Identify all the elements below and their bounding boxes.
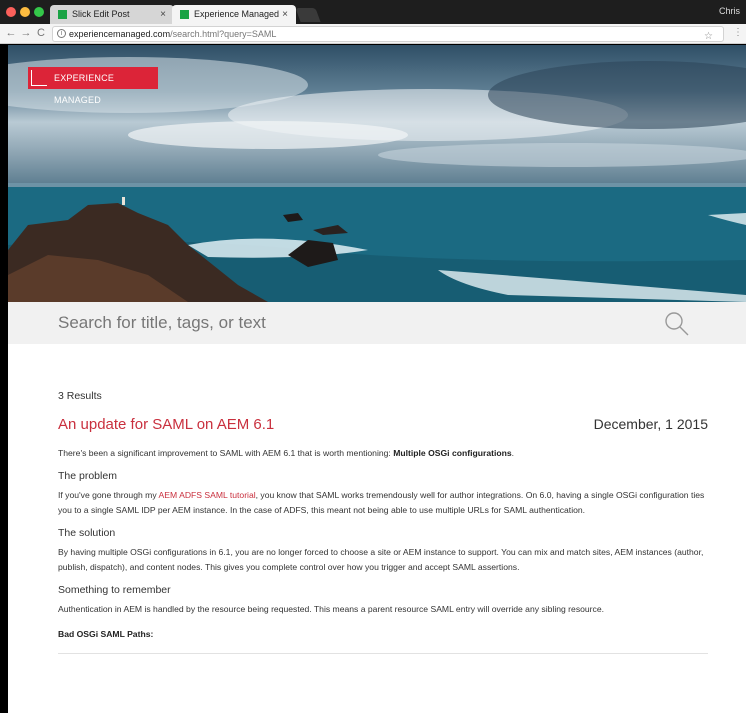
maximize-window-button[interactable] xyxy=(34,7,44,17)
page-viewport: EXPERIENCE MANAGED 3 Results An update f… xyxy=(8,45,746,713)
search-results: 3 Results An update for SAML on AEM 6.1 … xyxy=(58,390,708,654)
close-window-button[interactable] xyxy=(6,7,16,17)
section-heading: The solution xyxy=(58,526,116,539)
browser-tabstrip: Slick Edit Post × Experience Managed × C… xyxy=(0,0,746,24)
section-text-before: If you've gone through my xyxy=(58,489,159,500)
back-arrow-icon[interactable]: ← xyxy=(5,27,17,39)
minimize-window-button[interactable] xyxy=(20,7,30,17)
tab-close-icon[interactable]: × xyxy=(160,5,166,24)
tab-close-icon[interactable]: × xyxy=(282,5,288,24)
result-date: December, 1 2015 xyxy=(593,416,708,432)
logo-mark-icon xyxy=(31,70,47,86)
profile-name[interactable]: Chris xyxy=(719,6,740,16)
search-bar xyxy=(8,302,746,344)
result-title-link[interactable]: An update for SAML on AEM 6.1 xyxy=(58,416,274,433)
url-host: experiencemanaged.com xyxy=(69,29,171,39)
results-count: 3 Results xyxy=(58,390,102,402)
tab-title: Slick Edit Post xyxy=(72,9,130,19)
reload-icon[interactable]: C xyxy=(35,27,47,39)
tab-title: Experience Managed xyxy=(194,9,280,19)
new-tab-button[interactable] xyxy=(295,8,321,22)
section-text: Authentication in AEM is handled by the … xyxy=(58,603,604,614)
forward-arrow-icon[interactable]: → xyxy=(20,27,32,39)
section-heading: Something to remember xyxy=(58,583,171,596)
hero-banner-image: EXPERIENCE MANAGED xyxy=(8,45,746,302)
section-text: By having multiple OSGi configurations i… xyxy=(58,546,704,573)
search-input[interactable] xyxy=(58,309,638,337)
intro-text: There's been a significant improvement t… xyxy=(58,448,394,458)
divider xyxy=(58,652,708,654)
section-heading: The problem xyxy=(58,469,117,482)
result-header: An update for SAML on AEM 6.1 December, … xyxy=(58,416,708,440)
site-favicon-icon xyxy=(58,10,67,19)
bad-paths-label: Bad OSGi SAML Paths: xyxy=(58,628,154,639)
intro-end-text: . xyxy=(511,448,515,458)
intro-bold-text: Multiple OSGi configurations xyxy=(393,448,512,458)
tab-experience-managed[interactable]: Experience Managed × xyxy=(172,5,296,24)
brand-logo[interactable]: EXPERIENCE MANAGED xyxy=(28,67,158,105)
browser-menu-icon[interactable]: ⋮ xyxy=(733,27,743,38)
address-bar[interactable]: i experiencemanaged.com/search.html?quer… xyxy=(52,26,724,42)
search-icon[interactable] xyxy=(664,311,690,337)
browser-toolbar: ← → C i experiencemanaged.com/search.htm… xyxy=(0,24,746,44)
info-icon[interactable]: i xyxy=(57,29,66,38)
url-path: /search.html?query=SAML xyxy=(170,29,277,39)
section-text: If you've gone through my AEM ADFS SAML … xyxy=(58,488,708,519)
tab-slick-edit-post[interactable]: Slick Edit Post × xyxy=(50,5,174,24)
tutorial-link[interactable]: AEM ADFS SAML tutorial xyxy=(159,490,256,500)
result-intro: There's been a significant improvement t… xyxy=(58,446,708,462)
bookmark-star-icon[interactable]: ☆ xyxy=(704,30,713,44)
site-favicon-icon xyxy=(180,10,189,19)
